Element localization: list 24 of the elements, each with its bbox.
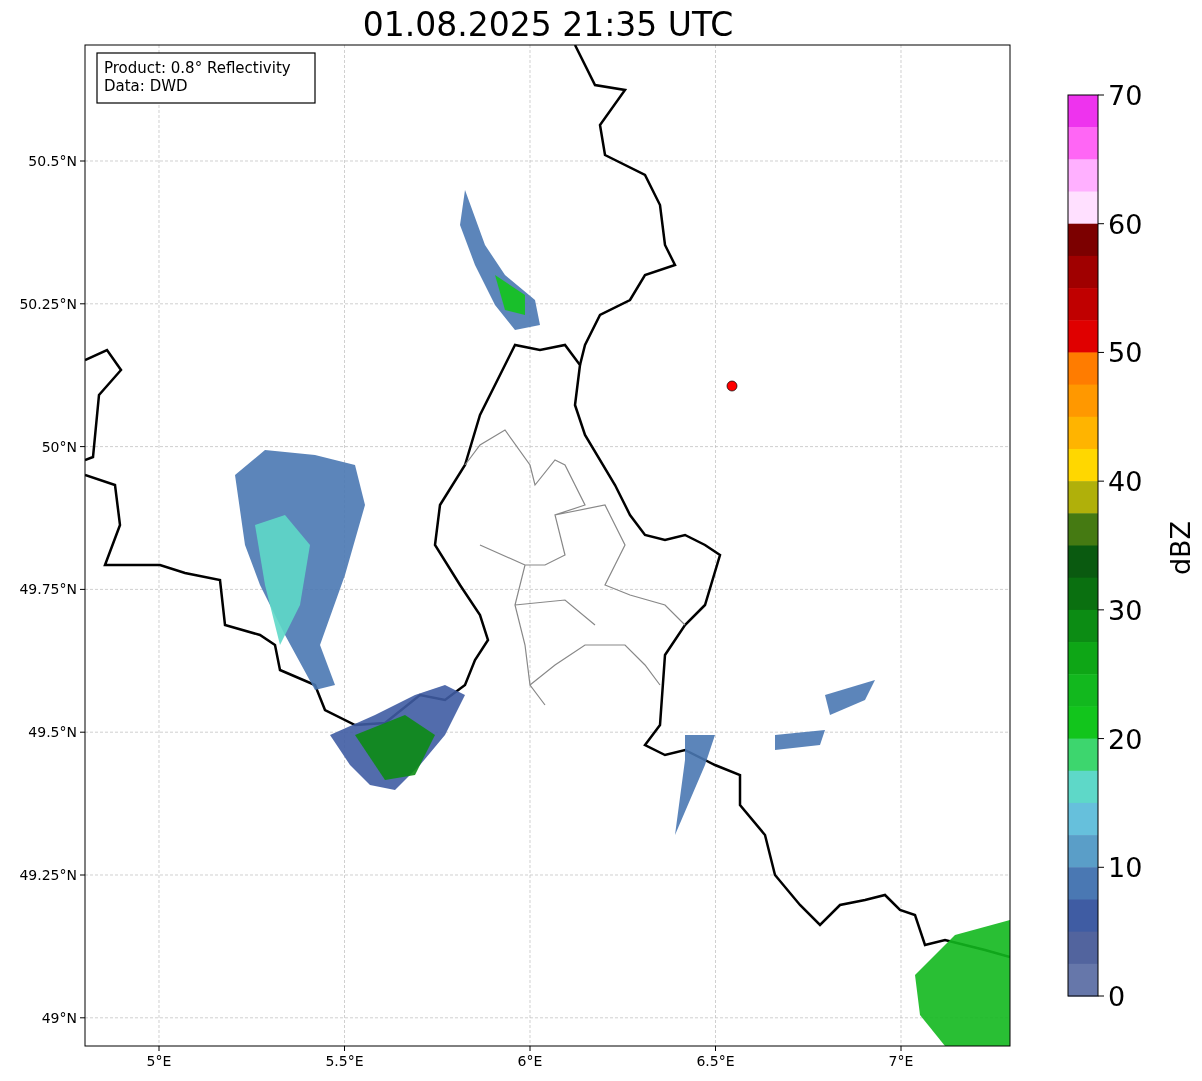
colorbar-tick-label: 30	[1108, 594, 1143, 626]
latitude-label: 49.5°N	[28, 724, 77, 741]
longitude-label: 6.5°E	[696, 1053, 735, 1069]
latitude-label: 49.25°N	[19, 867, 77, 883]
info-text: Data: DWD	[104, 77, 188, 95]
latitude-label: 50.5°N	[28, 153, 77, 169]
colorbar-tick-label: 50	[1108, 337, 1143, 369]
latitude-label: 50.25°N	[19, 295, 77, 312]
longitude-label: 7°E	[888, 1053, 914, 1069]
info-text: Product: 0.8° Reflectivity	[104, 59, 291, 77]
latitude-label: 49°N	[41, 1009, 77, 1026]
colorbar-tick-label: 40	[1108, 466, 1143, 498]
colorbar-label: dBZ	[1165, 520, 1196, 576]
latitude-label: 49.75°N	[19, 581, 77, 598]
colorbar-tick-label: 70	[1108, 80, 1143, 111]
colorbar-tick-label: 60	[1108, 208, 1143, 240]
latitude-label: 50°N	[41, 438, 77, 455]
colorbar-tick-label: 0	[1108, 981, 1126, 1012]
longitude-label: 5°E	[146, 1053, 172, 1069]
longitude-label: 6°E	[517, 1053, 543, 1069]
longitude-label: 5.5°E	[325, 1053, 364, 1069]
colorbar-tick-label: 20	[1108, 723, 1143, 755]
chart-title: 01.08.2025 21:35 UTC	[362, 5, 734, 44]
colorbar-tick-label: 10	[1108, 852, 1143, 884]
